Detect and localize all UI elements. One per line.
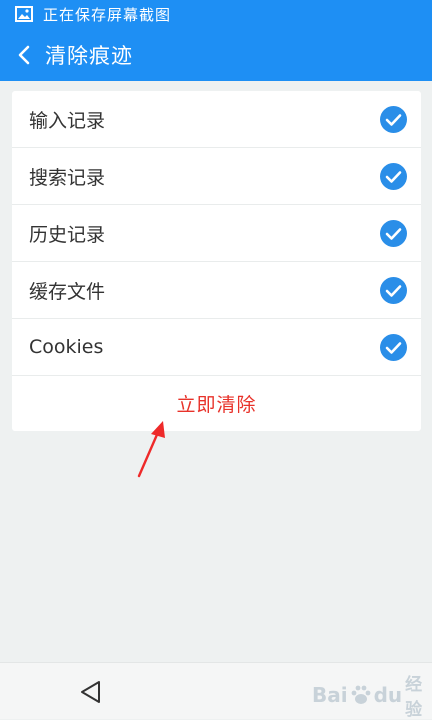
option-row-browsing-history[interactable]: 历史记录 (12, 205, 421, 262)
triangle-back-icon[interactable] (78, 679, 104, 705)
check-icon[interactable] (380, 219, 407, 247)
option-row-input-history[interactable]: 输入记录 (12, 91, 421, 148)
baidu-watermark: Bai du 经验 (312, 670, 432, 720)
check-icon[interactable] (380, 105, 407, 133)
option-label: 输入记录 (29, 109, 106, 132)
clear-options-card: 输入记录 搜索记录 历史记录 缓存文件 Cookies 立即清除 (12, 91, 421, 431)
option-label: 历史记录 (29, 223, 106, 246)
annotation-arrow-icon (137, 421, 165, 478)
option-label: 搜索记录 (29, 166, 106, 189)
watermark-text-right: du (373, 683, 403, 707)
option-row-search-history[interactable]: 搜索记录 (12, 148, 421, 205)
option-label: 缓存文件 (29, 280, 106, 303)
page-title: 清除痕迹 (45, 43, 133, 68)
watermark-sub: 经验 (405, 675, 423, 720)
check-icon[interactable] (380, 333, 407, 361)
option-row-cookies[interactable]: Cookies (12, 319, 421, 376)
image-icon (15, 6, 33, 22)
title-bar: 清除痕迹 (0, 28, 432, 81)
status-text: 正在保存屏幕截图 (43, 5, 172, 24)
chevron-left-icon[interactable] (17, 44, 35, 66)
clear-now-button[interactable]: 立即清除 (12, 376, 421, 431)
watermark-text-left: Bai (312, 683, 348, 707)
check-icon[interactable] (380, 162, 407, 190)
option-row-cache-files[interactable]: 缓存文件 (12, 262, 421, 319)
check-icon[interactable] (380, 276, 407, 304)
paw-logo-icon (350, 684, 372, 706)
option-label: Cookies (29, 336, 104, 358)
status-bar: 正在保存屏幕截图 (0, 0, 432, 28)
